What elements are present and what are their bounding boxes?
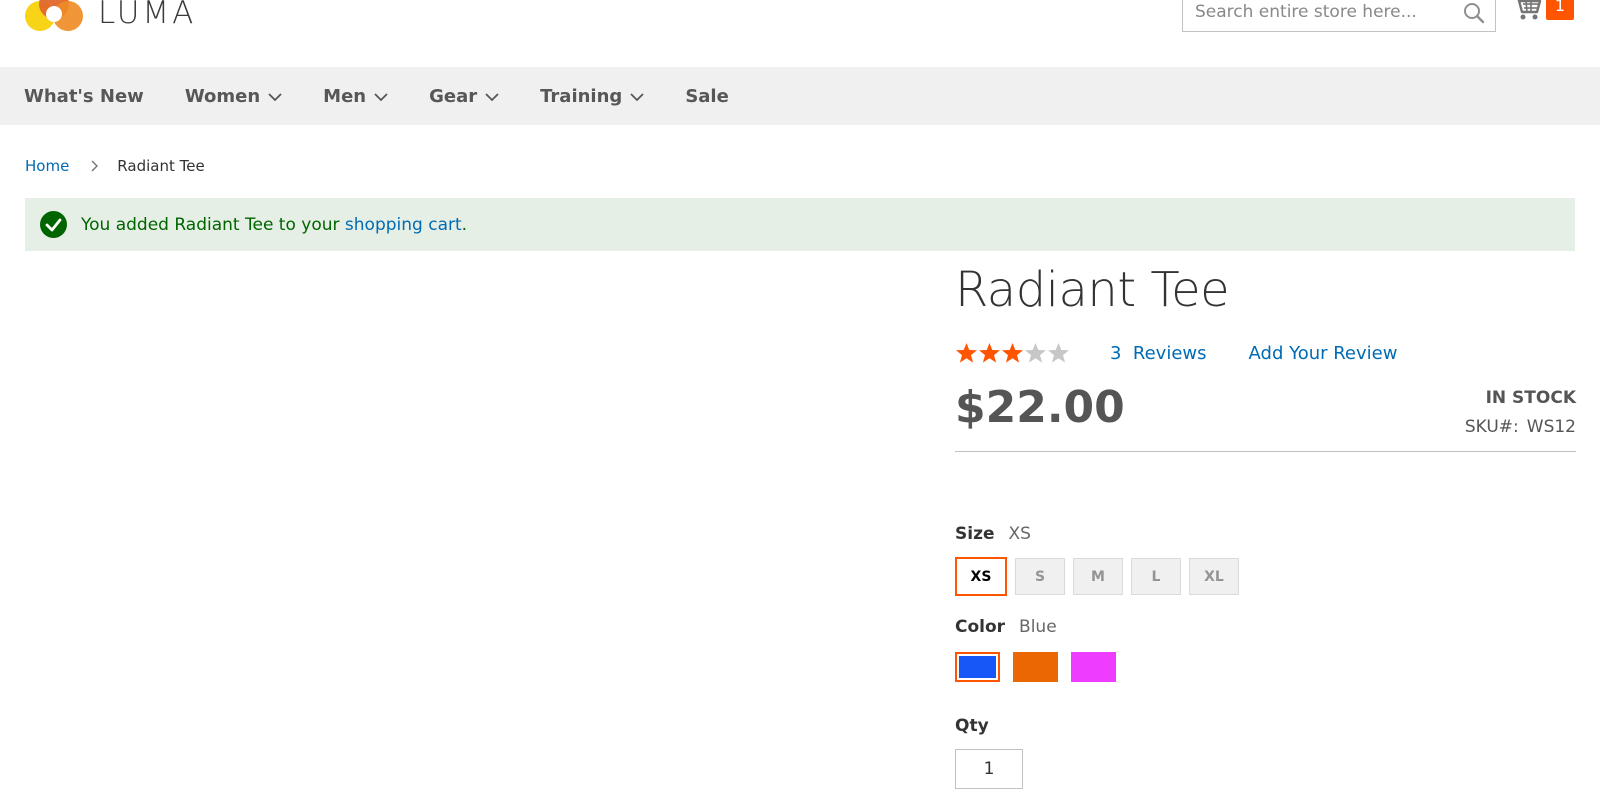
size-swatch-m[interactable]: M [1073, 558, 1123, 595]
color-swatch-orange[interactable] [1013, 652, 1058, 682]
star-filled-icon [979, 343, 1000, 363]
nav-item-label: Sale [685, 85, 729, 107]
color-label-text: Color [955, 617, 1006, 637]
star-filled-icon [956, 343, 977, 363]
reviews-count: 3 [1110, 342, 1122, 364]
nav-item-gear[interactable]: Gear [429, 86, 499, 107]
shopping-cart-link[interactable]: shopping cart [345, 215, 462, 235]
nav-item-women[interactable]: Women [185, 86, 282, 107]
star-empty-icon [1048, 343, 1069, 363]
chevron-right-icon [91, 160, 99, 172]
product-title: Radiant Tee [955, 262, 1230, 318]
size-label-text: Size [955, 524, 995, 544]
size-selected-value: XS [1008, 524, 1031, 544]
message-text: You added Radiant Tee to your shopping c… [81, 215, 467, 235]
search-icon[interactable] [1463, 2, 1485, 24]
chevron-down-icon [630, 93, 644, 102]
size-swatches: XS S M L XL [954, 556, 1247, 597]
nav-item-label: What's New [24, 85, 144, 107]
color-swatches [955, 652, 1129, 682]
search-box [1182, 0, 1496, 32]
nav-item-label: Women [184, 85, 261, 107]
rating-stars [955, 342, 1070, 364]
qty-label: Qty [955, 716, 989, 736]
size-option-label: Size XS [955, 524, 1031, 544]
store-logo[interactable]: LUMA [24, 0, 196, 36]
checkmark-circle-icon [40, 211, 67, 238]
luma-logo-icon [25, 0, 83, 31]
add-review-link[interactable]: Add Your Review [1249, 343, 1398, 364]
chevron-down-icon [268, 93, 282, 102]
main-navigation: What's New Women Men Gear Training Sale [0, 67, 1600, 125]
breadcrumb: Home Radiant Tee [25, 157, 205, 175]
product-sku: SKU#: WS12 [1465, 417, 1576, 437]
color-option-label: Color Blue [955, 617, 1057, 637]
minicart-button[interactable]: 1 [1512, 0, 1574, 26]
reviews-link[interactable]: 3 Reviews [1110, 343, 1207, 364]
nav-item-training[interactable]: Training [540, 86, 644, 107]
message-suffix: . [461, 214, 468, 235]
qty-input[interactable] [955, 749, 1023, 789]
size-swatch-xs[interactable]: XS [954, 556, 1008, 597]
cart-count-badge: 1 [1546, 0, 1574, 20]
sku-label: SKU#: [1464, 417, 1519, 437]
color-swatch-blue[interactable] [955, 652, 1000, 682]
size-swatch-s[interactable]: S [1015, 558, 1065, 595]
sku-value: WS12 [1526, 417, 1576, 437]
size-swatch-xl[interactable]: XL [1189, 558, 1239, 595]
success-message: You added Radiant Tee to your shopping c… [25, 198, 1575, 251]
message-prefix: You added Radiant Tee to your [81, 214, 345, 235]
reviews-label: Reviews [1132, 342, 1207, 364]
page-header: LUMA 1 [0, 0, 1600, 66]
color-swatch-purple[interactable] [1071, 652, 1116, 682]
stock-status: IN STOCK [1485, 388, 1576, 408]
logo-text: LUMA [98, 0, 197, 31]
product-price: $22.00 [955, 382, 1125, 433]
chevron-down-icon [374, 93, 388, 102]
size-swatch-l[interactable]: L [1131, 558, 1181, 595]
search-input[interactable] [1183, 0, 1453, 31]
chevron-down-icon [485, 93, 499, 102]
breadcrumb-home-link[interactable]: Home [25, 157, 69, 175]
product-rating: 3 Reviews Add Your Review [955, 342, 1397, 364]
nav-item-label: Men [323, 85, 367, 107]
nav-item-label: Gear [429, 85, 478, 107]
nav-item-sale[interactable]: Sale [685, 86, 729, 107]
shopping-cart-icon [1517, 0, 1542, 20]
nav-item-label: Training [540, 85, 623, 107]
nav-item-whats-new[interactable]: What's New [24, 86, 144, 107]
star-empty-icon [1025, 343, 1046, 363]
price-divider [955, 451, 1576, 452]
color-selected-value: Blue [1019, 617, 1057, 637]
nav-item-men[interactable]: Men [323, 86, 388, 107]
breadcrumb-current: Radiant Tee [117, 157, 205, 175]
star-filled-icon [1002, 343, 1023, 363]
